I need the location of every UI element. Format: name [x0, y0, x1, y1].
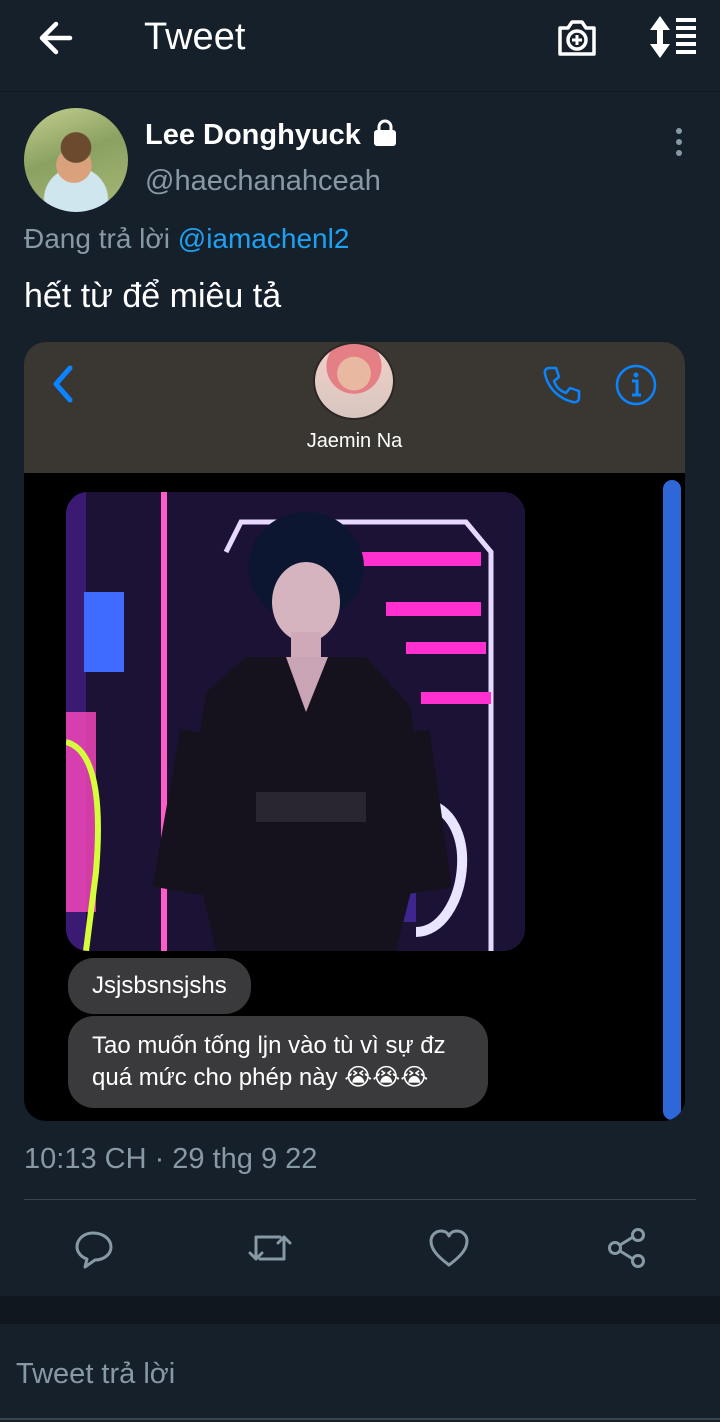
sort-list-icon: [650, 16, 696, 58]
divider: [24, 1199, 696, 1200]
replying-to-line: Đang trả lời @iamachenl2: [24, 220, 349, 258]
chat-photo: [66, 492, 525, 951]
section-divider: [0, 1296, 720, 1324]
message-bubble: Jsjsbsnsjshs: [68, 958, 251, 1014]
replying-prefix: Đang trả lời: [24, 223, 170, 254]
tweet-text: hết từ để miêu tả: [24, 277, 282, 315]
more-vertical-icon: [676, 128, 682, 156]
top-bar: Tweet: [0, 0, 720, 92]
retweet-button[interactable]: [244, 1222, 296, 1274]
back-button[interactable]: [34, 16, 78, 60]
author-name[interactable]: Lee Donghyuck: [145, 116, 361, 154]
info-icon: [615, 364, 657, 406]
message-bubble: Tao muốn tống ljn vào tù vì sự đz quá mứ…: [68, 1016, 488, 1108]
tweet-timestamp: 10:13 CH · 29 thg 9 22: [24, 1143, 318, 1175]
media-scrollbar: [663, 480, 681, 1120]
camera-button[interactable]: [552, 12, 602, 62]
stage-photo-illustration: [66, 492, 525, 951]
reply-composer: Tweet trả lời: [0, 1324, 720, 1422]
composer-underline: [0, 1418, 720, 1420]
tweet-media-image[interactable]: Jaemin Na Jsjsbsnsjshs Tao muốn tống ljn…: [24, 342, 685, 1121]
avatar[interactable]: [24, 108, 128, 212]
reply-input[interactable]: Tweet trả lời: [16, 1352, 696, 1396]
share-button[interactable]: [601, 1222, 653, 1274]
arrow-left-icon: [39, 21, 73, 55]
contact-name: Jaemin Na: [306, 430, 403, 452]
sort-button[interactable]: [644, 12, 700, 62]
author-handle: @haechanahceah: [145, 165, 381, 197]
chat-header: Jaemin Na: [24, 342, 685, 473]
page-title: Tweet: [144, 16, 246, 58]
lock-icon: [374, 119, 396, 146]
reply-button[interactable]: [68, 1222, 120, 1274]
reply-icon: [75, 1231, 113, 1269]
share-icon: [608, 1228, 645, 1268]
like-button[interactable]: [423, 1222, 475, 1274]
replying-mention-link[interactable]: @iamachenl2: [178, 223, 350, 254]
heart-icon: [429, 1229, 469, 1267]
retweet-icon: [248, 1235, 292, 1261]
phone-icon: [543, 366, 581, 404]
more-options-button[interactable]: [664, 124, 694, 160]
camera-plus-icon: [558, 20, 596, 56]
contact-avatar: [313, 342, 395, 420]
chevron-left-icon: [53, 365, 73, 403]
